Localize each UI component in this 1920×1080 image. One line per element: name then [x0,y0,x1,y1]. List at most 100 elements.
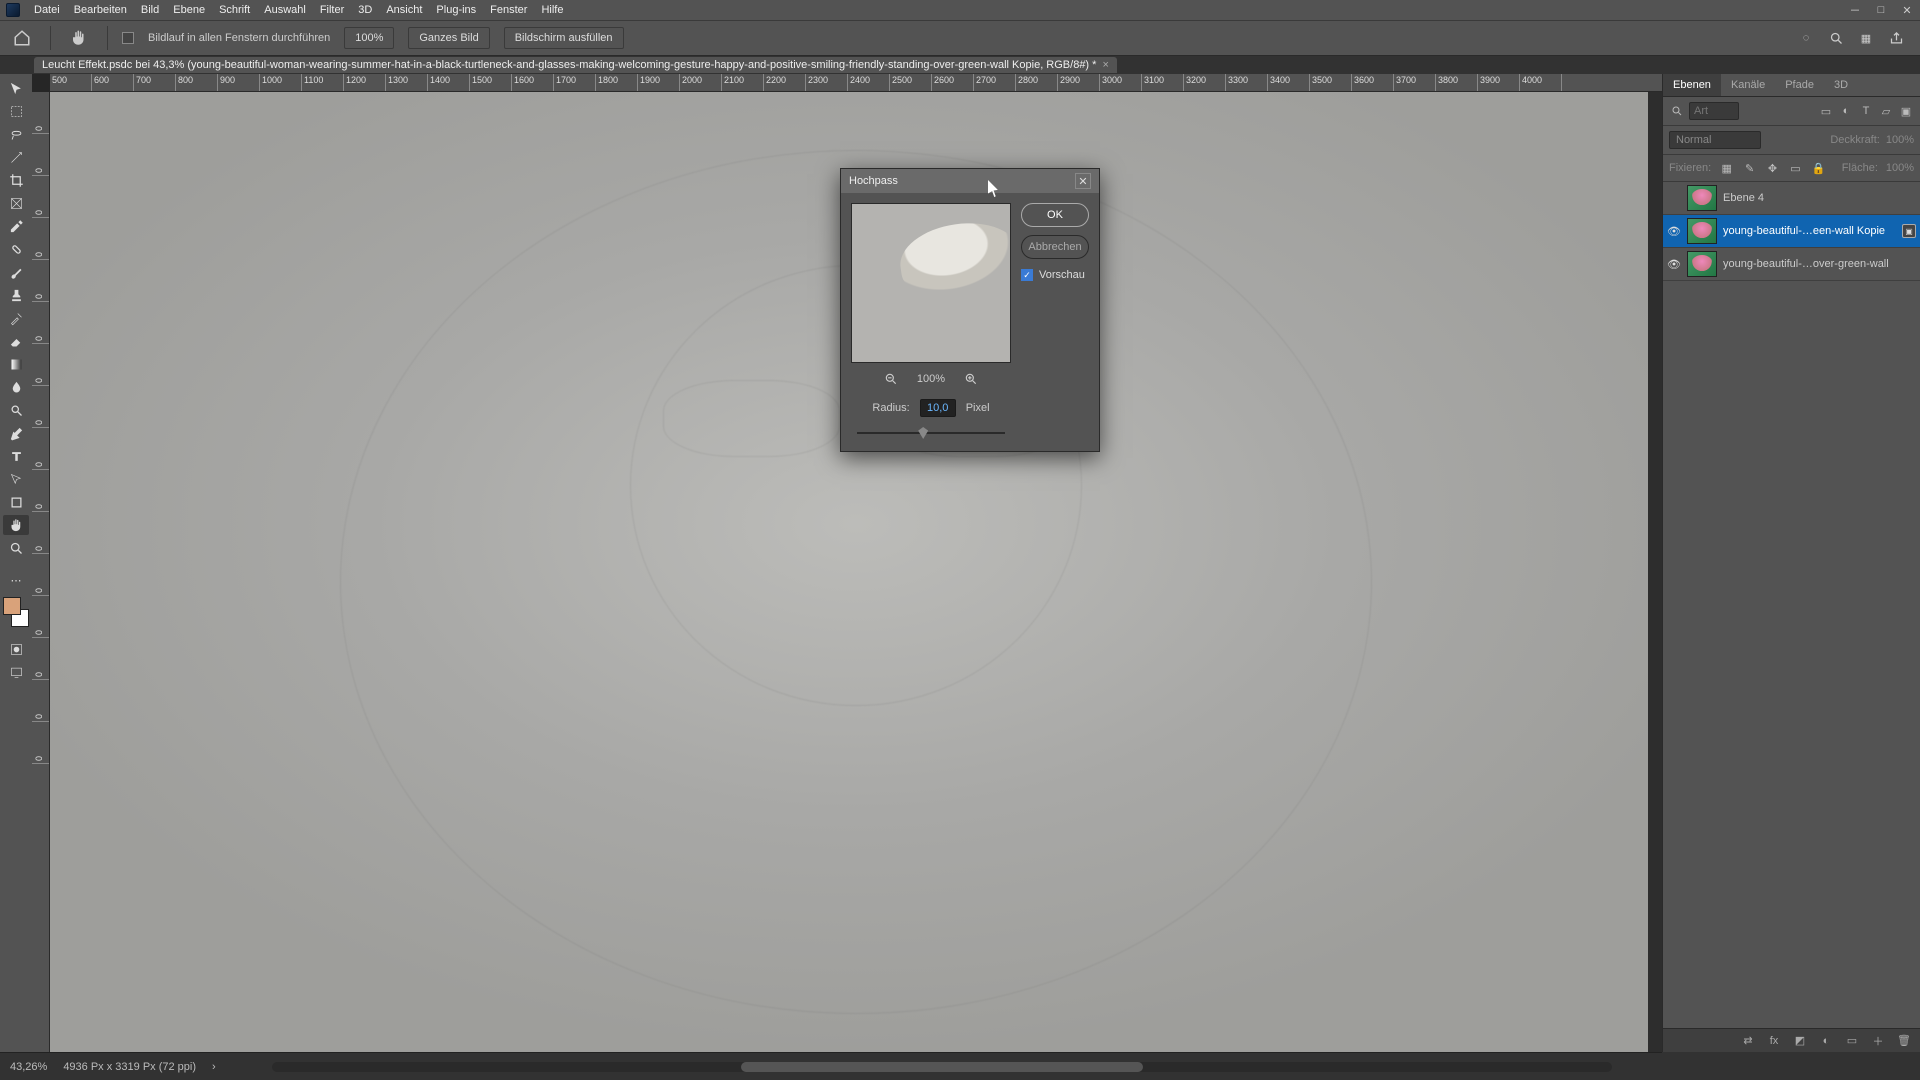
layer-filter-input[interactable] [1689,102,1739,120]
delete-layer-icon[interactable]: 🗑 [1896,1033,1912,1049]
dialog-titlebar[interactable]: Hochpass ✕ [841,169,1099,193]
zoom-in-icon[interactable] [963,371,979,387]
lock-paint-icon[interactable]: ✎ [1742,160,1757,176]
stamp-tool-icon[interactable] [3,285,29,305]
gradient-tool-icon[interactable] [3,354,29,374]
filter-type-icon[interactable]: T [1858,103,1874,119]
layer-fx-icon[interactable]: fx [1766,1033,1782,1049]
menu-type[interactable]: Schrift [219,4,250,16]
fit-screen-button[interactable]: Bildschirm ausfüllen [504,27,624,49]
link-layers-icon[interactable]: ⇄ [1740,1033,1756,1049]
group-icon[interactable]: ▭ [1844,1033,1860,1049]
layer-row[interactable]: Ebene 4 [1663,182,1920,215]
hand-tool-slot-icon[interactable] [3,515,29,535]
menu-view[interactable]: Ansicht [386,4,422,16]
eraser-tool-icon[interactable] [3,331,29,351]
opacity-value[interactable]: 100% [1886,134,1914,146]
layer-name[interactable]: young-beautiful-…over-green-wall [1723,258,1916,270]
zoom-out-icon[interactable] [883,371,899,387]
blend-mode-select[interactable]: Normal [1669,131,1761,149]
filter-shape-icon[interactable]: ▱ [1878,103,1894,119]
filter-pixel-icon[interactable]: ▭ [1818,103,1834,119]
frame-tool-icon[interactable] [3,193,29,213]
menu-select[interactable]: Auswahl [264,4,306,16]
lasso-tool-icon[interactable] [3,124,29,144]
workspace-icon[interactable]: ▦ [1856,28,1876,48]
adjustment-layer-icon[interactable]: ◐ [1818,1033,1834,1049]
dodge-tool-icon[interactable] [3,400,29,420]
crop-tool-icon[interactable] [3,170,29,190]
status-zoom[interactable]: 43,26% [10,1061,47,1073]
zoom-display[interactable]: 100% [344,27,394,49]
menu-image[interactable]: Bild [141,4,159,16]
tab-layers[interactable]: Ebenen [1663,74,1721,96]
menu-window[interactable]: Fenster [490,4,527,16]
ruler-horizontal[interactable]: 5006007008009001000110012001300140015001… [50,74,1662,92]
search-icon[interactable] [1826,28,1846,48]
eyedropper-tool-icon[interactable] [3,216,29,236]
path-select-tool-icon[interactable] [3,469,29,489]
close-tab-icon[interactable]: × [1102,59,1108,71]
fit-whole-button[interactable]: Ganzes Bild [408,27,489,49]
move-tool-icon[interactable] [3,78,29,98]
preview-checkbox[interactable]: ✓ [1021,269,1033,281]
share-icon[interactable] [1886,28,1906,48]
window-minimize-icon[interactable]: － [1848,3,1862,17]
layer-thumbnail[interactable] [1687,251,1717,277]
pen-tool-icon[interactable] [3,423,29,443]
fill-value[interactable]: 100% [1886,162,1914,174]
status-doc-info[interactable]: 4936 Px x 3319 Px (72 ppi) [63,1061,196,1073]
visibility-toggle-icon[interactable]: 👁 [1667,258,1681,271]
scroll-all-windows-checkbox[interactable] [122,32,134,44]
menu-layer[interactable]: Ebene [173,4,205,16]
filter-adjust-icon[interactable]: ◐ [1838,103,1854,119]
window-close-icon[interactable]: ✕ [1900,3,1914,17]
menu-plugins[interactable]: Plug-ins [436,4,476,16]
layer-thumbnail[interactable] [1687,185,1717,211]
visibility-toggle-icon[interactable] [1667,192,1681,204]
menu-edit[interactable]: Bearbeiten [74,4,127,16]
blur-tool-icon[interactable] [3,377,29,397]
brush-tool-icon[interactable] [3,262,29,282]
hand-tool-icon[interactable] [65,25,93,51]
document-tab[interactable]: Leucht Effekt.psdc bei 43,3% (young-beau… [34,57,1117,73]
visibility-toggle-icon[interactable]: 👁 [1667,225,1681,238]
lock-all-icon[interactable]: 🔒 [1811,160,1826,176]
screen-mode-icon[interactable] [3,662,29,682]
layer-name[interactable]: Ebene 4 [1723,192,1916,204]
lock-position-icon[interactable]: ✥ [1765,160,1780,176]
menu-file[interactable]: Datei [34,4,60,16]
filter-smart-icon[interactable]: ▣ [1898,103,1914,119]
window-maximize-icon[interactable]: □ [1874,3,1888,17]
wand-tool-icon[interactable] [3,147,29,167]
vertical-scrollbar[interactable] [1648,92,1662,1052]
edit-toolbar-icon[interactable]: ⋯ [3,570,29,590]
slider-thumb-icon[interactable] [918,427,928,439]
radius-slider[interactable] [851,425,1011,441]
menu-help[interactable]: Hilfe [541,4,563,16]
tab-paths[interactable]: Pfade [1775,74,1824,96]
menu-3d[interactable]: 3D [358,4,372,16]
shape-tool-icon[interactable] [3,492,29,512]
color-swatches[interactable] [3,597,29,627]
type-tool-icon[interactable] [3,446,29,466]
zoom-tool-icon[interactable] [3,538,29,558]
radius-input[interactable] [920,399,956,417]
quick-mask-icon[interactable] [3,639,29,659]
ruler-vertical[interactable]: 0000000000000000 [32,92,50,1052]
foreground-color-swatch[interactable] [3,597,21,615]
marquee-tool-icon[interactable] [3,101,29,121]
lock-transparency-icon[interactable]: ▦ [1719,160,1734,176]
layer-thumbnail[interactable] [1687,218,1717,244]
horizontal-scrollbar[interactable] [272,1062,1612,1072]
cancel-button[interactable]: Abbrechen [1021,235,1089,259]
home-icon[interactable] [8,25,36,51]
menu-filter[interactable]: Filter [320,4,344,16]
status-chevron-icon[interactable]: › [212,1061,216,1073]
ok-button[interactable]: OK [1021,203,1089,227]
tab-3d[interactable]: 3D [1824,74,1858,96]
layer-row[interactable]: 👁 young-beautiful-…een-wall Kopie ▣ [1663,215,1920,248]
cloud-docs-icon[interactable]: ◌ [1796,28,1816,48]
layer-row[interactable]: 👁 young-beautiful-…over-green-wall [1663,248,1920,281]
layer-mask-icon[interactable]: ◩ [1792,1033,1808,1049]
